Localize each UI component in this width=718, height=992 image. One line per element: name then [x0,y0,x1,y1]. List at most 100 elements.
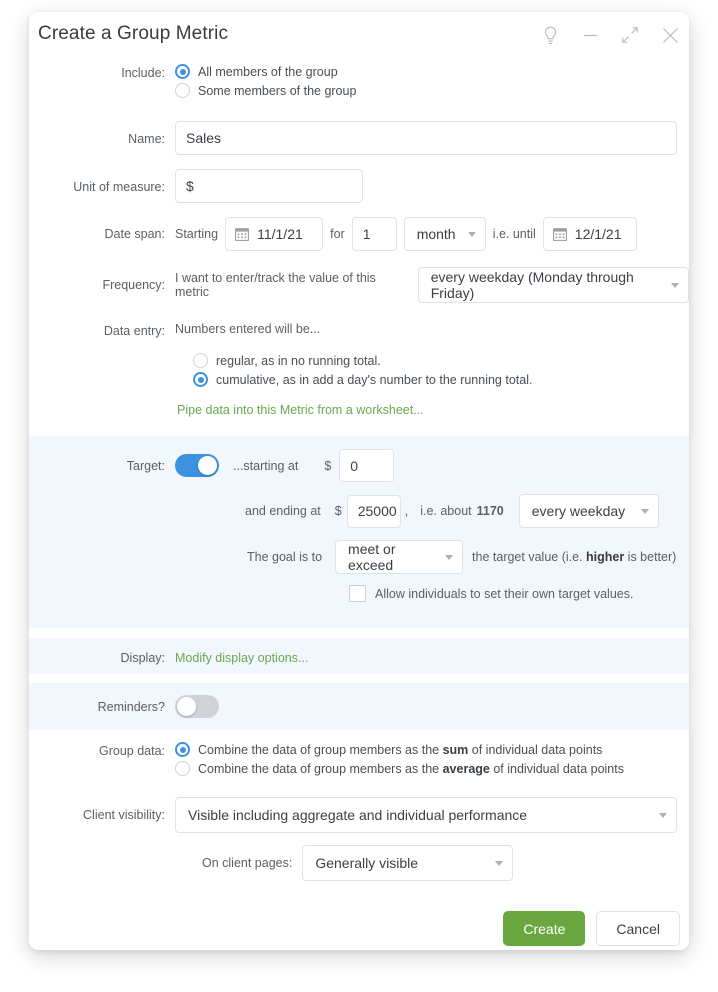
display-controls: Modify display options... [175,649,689,667]
start-date-input[interactable]: 11/1/21 [225,217,324,251]
frequency-select[interactable]: every weekday (Monday through Friday) [417,267,689,303]
dialog-actions: Create Cancel [29,911,689,946]
help-lightbulb-icon[interactable] [539,24,561,46]
client-pages-select[interactable]: Generally visible [302,845,514,881]
target-ending-text: and ending at [245,504,321,518]
for-text: for [330,227,345,241]
client-visibility-value: Visible including aggregate and individu… [188,807,528,823]
frequency-controls: I want to enter/track the value of this … [175,267,689,303]
target-about-value: 1170 [476,504,504,518]
include-label: Include: [121,66,165,80]
include-option-all[interactable]: All members of the group [175,64,689,79]
goal-select[interactable]: meet or exceed [335,540,464,574]
radio-regular[interactable] [193,353,208,368]
radio-cumulative[interactable] [193,372,208,387]
name-label: Name: [128,132,165,146]
allow-individual-controls: Allow individuals to set their own targe… [175,585,689,602]
create-button[interactable]: Create [503,911,586,946]
end-date-input[interactable]: 12/1/21 [542,217,637,251]
close-icon[interactable] [659,24,681,46]
date-span-controls: Starting 11/1/21 for 1 month i.e. until … [175,217,689,251]
group-data-option-sum-label: Combine the data of group members as the… [198,742,603,757]
target-end-input[interactable]: 25000 [346,494,401,528]
target-end-controls: and ending at $ 25000 , i.e. about 1170 … [175,494,689,528]
target-start-input[interactable]: 0 [339,449,395,482]
radio-average[interactable] [175,761,190,776]
target-goal-row: The goal is to meet or exceed the target… [29,540,689,574]
data-entry-option-regular-label: regular, as in no running total. [216,353,381,368]
window-controls [539,24,681,46]
client-visibility-controls: Visible including aggregate and individu… [175,797,689,833]
target-rate-value: every weekday [531,503,626,519]
target-about-prefix: i.e. about [420,504,472,518]
name-row: Name: Sales [29,121,689,155]
client-pages-label: On client pages: [202,856,293,870]
target-end-value: 25000 [357,503,397,519]
calendar-icon [552,228,567,241]
name-input-value: Sales [186,130,222,146]
name-input[interactable]: Sales [175,121,677,155]
group-data-label: Group data: [98,744,165,758]
goal-value: meet or exceed [348,541,396,573]
unit-row: Unit of measure: $ [29,169,689,203]
target-start-value: 0 [350,457,359,474]
end-date-value: 12/1/21 [574,226,622,242]
chevron-down-icon [659,812,667,818]
expand-icon[interactable] [619,24,641,46]
frequency-label: Frequency: [102,278,165,292]
unit-field-wrap: $ [175,169,689,203]
client-visibility-row: Client visibility: Visible including agg… [29,797,689,833]
include-option-some[interactable]: Some members of the group [175,83,689,98]
include-row: Include: All members of the group Some m… [29,64,689,102]
unit-input-value: $ [186,178,194,194]
include-option-all-label: All members of the group [198,64,338,79]
goal-prefix: The goal is to [247,550,323,564]
minimize-icon[interactable] [579,24,601,46]
group-data-option-sum[interactable]: Combine the data of group members as the… [175,742,689,757]
duration-value: 1 [362,226,371,242]
data-entry-option-cumulative-label: cumulative, as in add a day's number to … [216,372,533,387]
target-comma: , [404,504,409,518]
target-row: Target: ...starting at $ 0 [29,436,689,482]
starting-text: Starting [175,227,219,241]
client-pages-row: On client pages: Generally visible [29,845,689,881]
target-rate-select[interactable]: every weekday [518,494,659,528]
data-entry-row: Data entry: Numbers entered will be... r… [29,322,689,417]
client-visibility-select[interactable]: Visible including aggregate and individu… [175,797,677,833]
duration-input[interactable]: 1 [351,217,397,251]
unit-input[interactable]: $ [175,169,363,203]
chevron-down-icon [640,508,649,514]
chevron-down-icon [467,231,476,237]
radio-some-members[interactable] [175,83,190,98]
client-pages-value: Generally visible [315,855,419,871]
data-entry-controls: Numbers entered will be... regular, as i… [175,322,689,417]
modify-display-options-link[interactable]: Modify display options... [175,651,308,665]
date-span-row: Date span: Starting 11/1/21 for 1 month … [29,217,689,251]
target-toggle[interactable] [175,454,219,477]
duration-unit-select[interactable]: month [403,217,486,251]
allow-individual-checkbox[interactable] [349,585,366,602]
display-row: Display: Modify display options... [29,638,689,667]
target-starting-text: ...starting at [233,458,299,473]
target-label: Target: [126,458,165,473]
reminders-controls [175,695,689,718]
unit-label: Unit of measure: [73,180,165,194]
group-data-option-average-label: Combine the data of group members as the… [198,761,624,776]
reminders-label: Reminders? [97,699,165,714]
reminders-toggle[interactable] [175,695,219,718]
group-data-row: Group data: Combine the data of group me… [29,742,689,780]
allow-individual-label: Allow individuals to set their own targe… [375,586,634,601]
radio-sum[interactable] [175,742,190,757]
data-entry-option-cumulative[interactable]: cumulative, as in add a day's number to … [193,372,689,387]
chevron-down-icon [445,554,454,560]
frequency-value: every weekday (Monday through Friday) [430,269,634,301]
calendar-icon [235,228,250,241]
frequency-row: Frequency: I want to enter/track the val… [29,267,689,303]
data-entry-option-regular[interactable]: regular, as in no running total. [193,353,689,368]
radio-all-members[interactable] [175,64,190,79]
cancel-button[interactable]: Cancel [596,911,680,946]
reminders-row: Reminders? [29,683,689,718]
pipe-data-link[interactable]: Pipe data into this Metric from a worksh… [177,403,689,417]
group-data-option-average[interactable]: Combine the data of group members as the… [175,761,689,776]
target-goal-controls: The goal is to meet or exceed the target… [175,540,689,574]
